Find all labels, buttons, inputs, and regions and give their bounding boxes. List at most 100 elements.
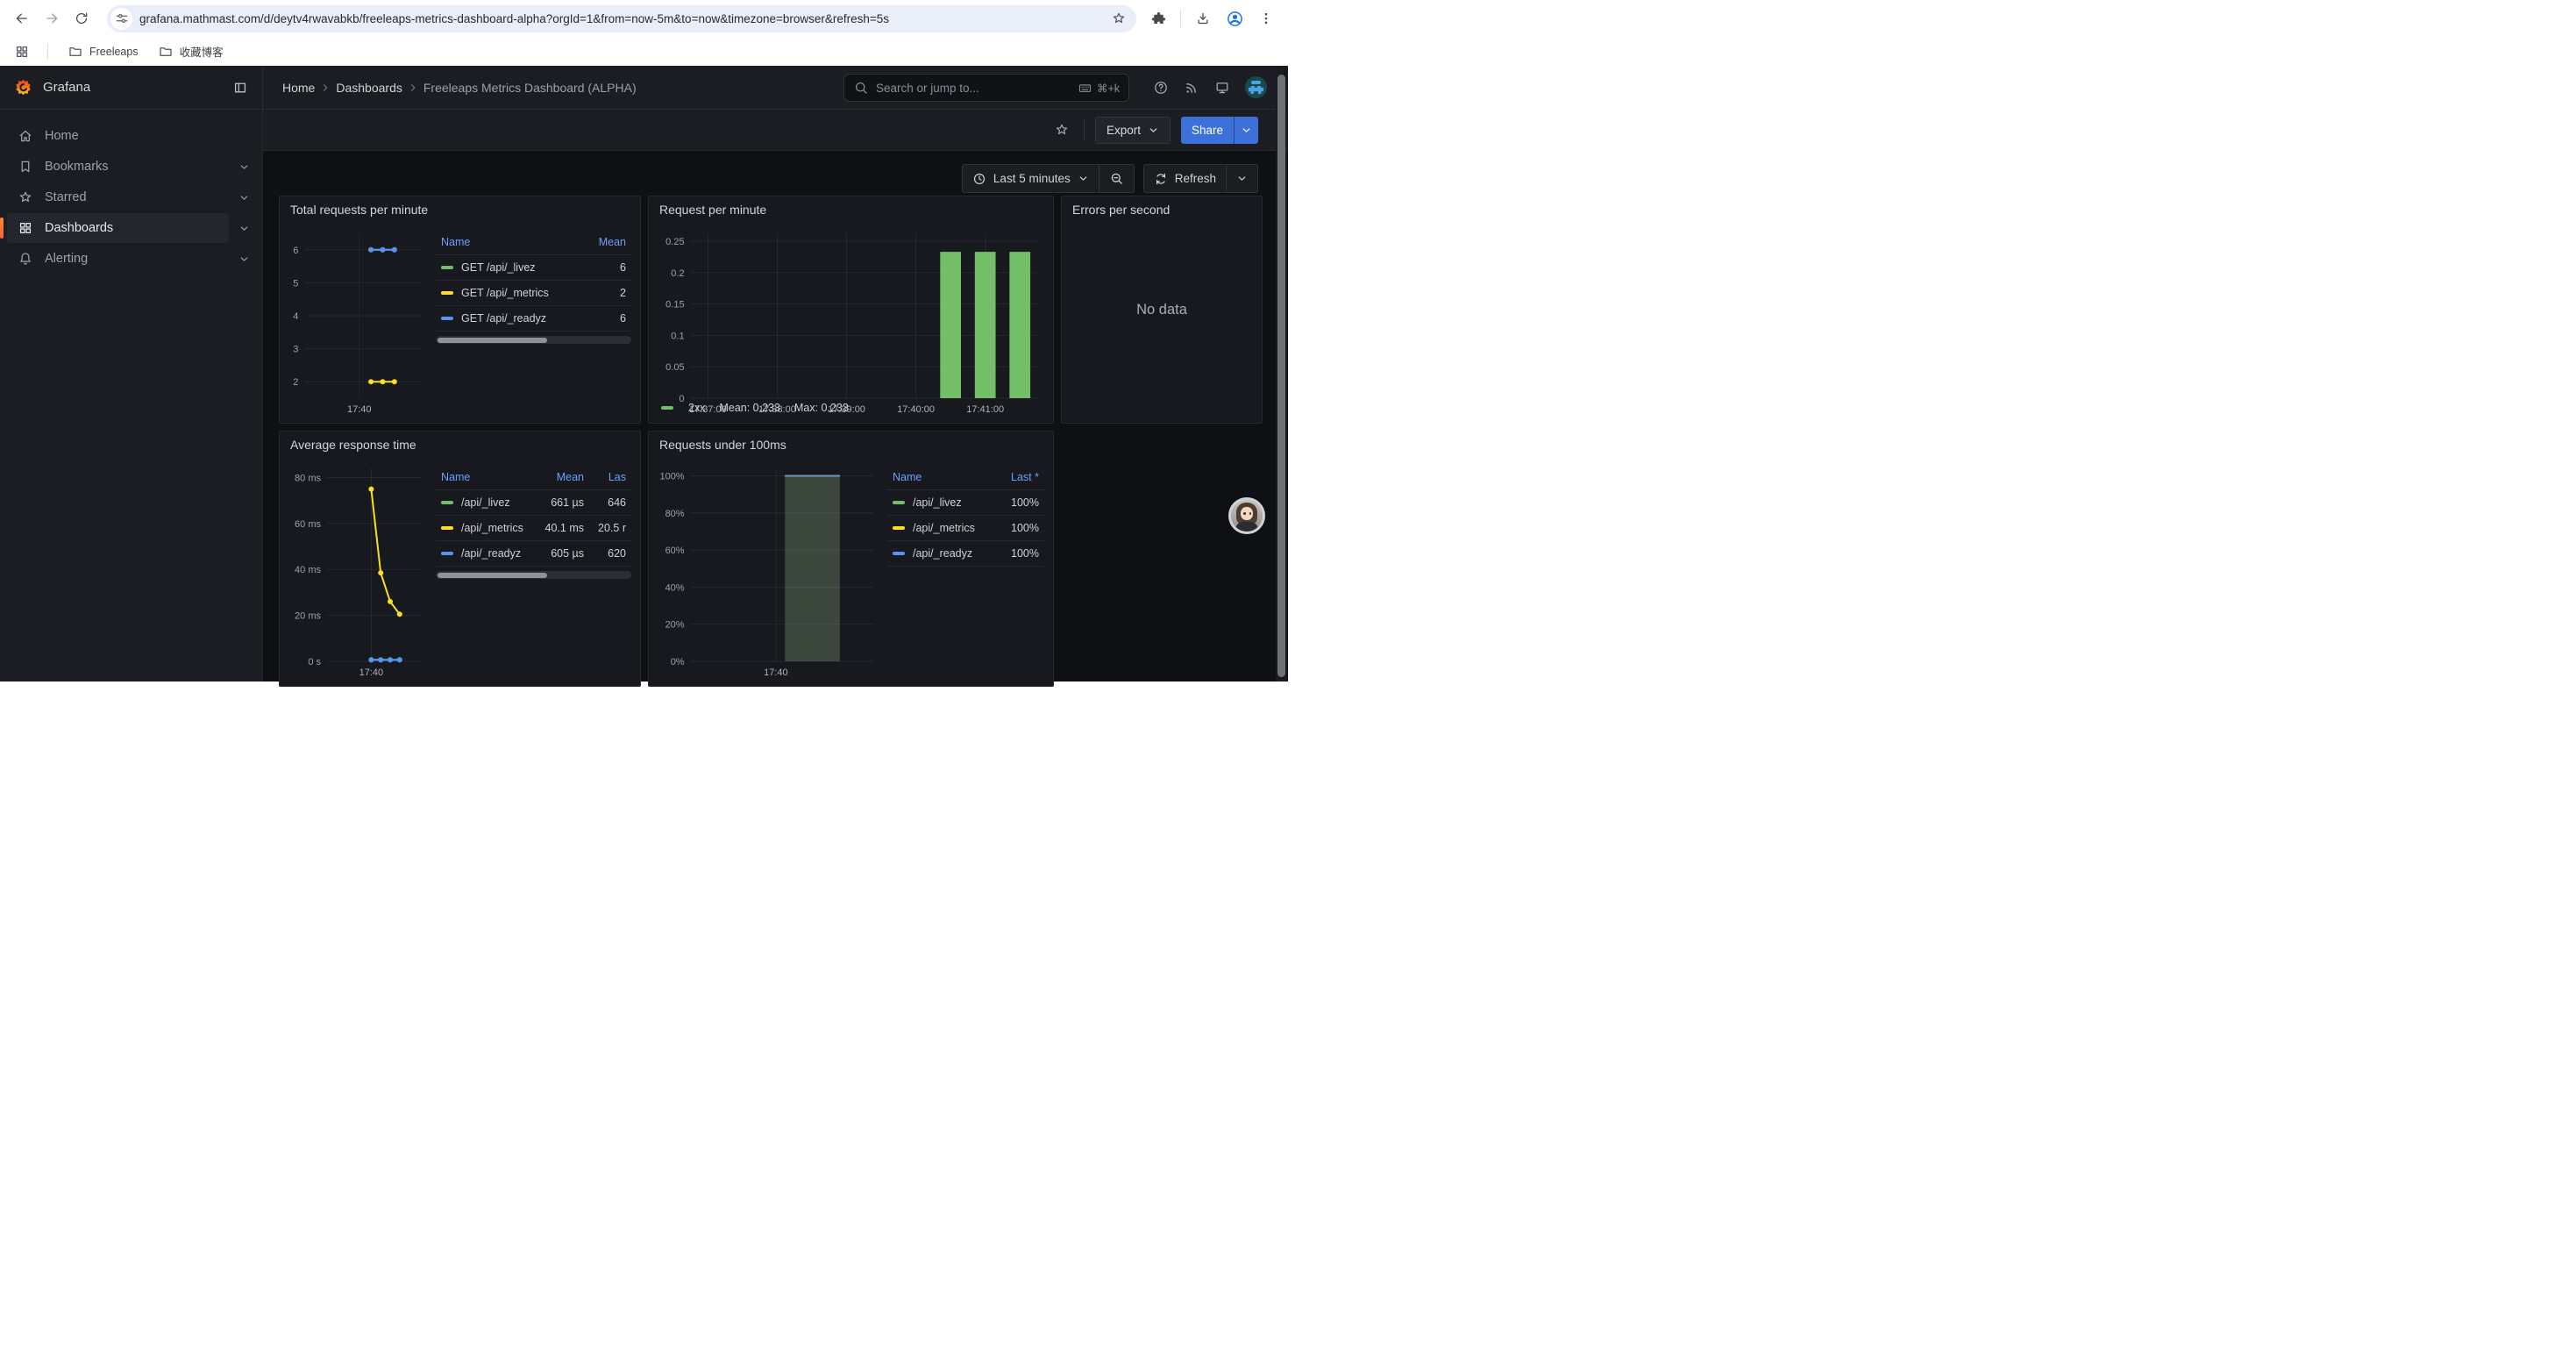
- series-color-chip: [441, 526, 453, 530]
- divider: [1084, 120, 1085, 139]
- sidebar-item-home[interactable]: Home: [7, 121, 259, 151]
- series-value: 100%: [990, 541, 1044, 567]
- sidebar-item-dashboards[interactable]: Dashboards: [7, 213, 229, 243]
- avatar-art: [1251, 81, 1261, 84]
- news-icon[interactable]: [1184, 80, 1199, 96]
- keyboard-icon: [1078, 81, 1092, 96]
- svg-text:0%: 0%: [671, 657, 685, 667]
- series-value: 661 µs: [535, 490, 589, 516]
- browser-forward-button[interactable]: [39, 5, 65, 32]
- legend-column-header[interactable]: Last *: [990, 468, 1044, 490]
- legend-row[interactable]: GET /api/_metrics2: [436, 281, 631, 306]
- apps-button[interactable]: [11, 40, 33, 63]
- app-body: HomeBookmarks Starred DashboardsAlerting E…: [0, 110, 1288, 682]
- breadcrumb-dashboards[interactable]: Dashboards: [336, 81, 402, 95]
- chevron-down-icon[interactable]: [229, 161, 259, 173]
- panel-title[interactable]: Average response time: [280, 432, 640, 458]
- bookmark-folder-blogs[interactable]: 收藏博客: [151, 39, 231, 63]
- grafana-brand-area: Grafana: [0, 66, 263, 109]
- dashboard-canvas: Last 5 minutes Refresh: [263, 151, 1288, 682]
- avatar-art: [1249, 86, 1263, 94]
- series-name: 2xx: [688, 402, 705, 414]
- downloads-button[interactable]: [1190, 5, 1216, 32]
- export-button[interactable]: Export: [1095, 117, 1171, 144]
- legend-horizontal-scrollbar[interactable]: [436, 336, 631, 344]
- legend-table-area: NameMeanLas/api/_livez661 µs646/api/_met…: [429, 460, 631, 679]
- legend-table: NameLast */api/_livez100%/api/_metrics10…: [887, 468, 1044, 567]
- browser-back-button[interactable]: [9, 5, 35, 32]
- panel-title[interactable]: Request per minute: [649, 196, 1053, 223]
- help-icon[interactable]: [1153, 80, 1169, 96]
- star-dashboard-button[interactable]: [1050, 118, 1073, 141]
- share-menu-button[interactable]: [1234, 117, 1258, 144]
- panel-title[interactable]: Requests under 100ms: [649, 432, 1053, 458]
- user-avatar[interactable]: [1245, 76, 1267, 98]
- scrollbar-thumb[interactable]: [1277, 75, 1285, 677]
- svg-text:100%: 100%: [659, 471, 684, 482]
- profile-button[interactable]: [1221, 5, 1248, 32]
- legend-row[interactable]: GET /api/_readyz6: [436, 306, 631, 332]
- series-color-chip: [441, 266, 453, 269]
- extensions-button[interactable]: [1145, 5, 1171, 32]
- legend-row[interactable]: /api/_livez661 µs646: [436, 490, 631, 516]
- refresh-button[interactable]: Refresh: [1144, 165, 1226, 192]
- sidebar-item-alerting[interactable]: Alerting: [7, 244, 229, 274]
- no-data-message: No data: [1062, 196, 1262, 423]
- sidebar-item-label: Starred: [45, 190, 87, 204]
- scrollbar-thumb[interactable]: [438, 338, 547, 343]
- chevron-down-icon: [1241, 125, 1252, 136]
- scrollbar-thumb[interactable]: [438, 573, 547, 578]
- legend-column-header[interactable]: Mean: [577, 233, 631, 255]
- bookmark-folder-freeleaps[interactable]: Freeleaps: [60, 40, 146, 63]
- svg-text:2: 2: [293, 377, 298, 388]
- svg-text:4: 4: [293, 311, 298, 322]
- bookmark-star-icon: [1111, 11, 1127, 26]
- chevron-down-icon[interactable]: [229, 223, 259, 234]
- assistant-avatar-overlay[interactable]: [1228, 497, 1265, 534]
- panel-title[interactable]: Total requests per minute: [280, 196, 640, 223]
- folder-icon: [158, 44, 174, 60]
- share-button[interactable]: Share: [1181, 117, 1234, 144]
- legend-column-header[interactable]: Name: [436, 233, 577, 255]
- home-icon: [18, 128, 33, 144]
- bell-icon: [18, 251, 33, 267]
- browser-menu-button[interactable]: [1253, 5, 1279, 32]
- legend[interactable]: 2xxMean: 0.233Max: 0.233: [661, 402, 849, 414]
- grafana-logo[interactable]: [14, 78, 32, 96]
- legend-horizontal-scrollbar[interactable]: [436, 571, 631, 579]
- svg-text:60 ms: 60 ms: [295, 519, 321, 530]
- zoom-out-button[interactable]: [1099, 165, 1134, 192]
- url-text[interactable]: grafana.mathmast.com/d/deytv4rwavabkb/fr…: [139, 12, 1107, 25]
- legend-row[interactable]: /api/_readyz605 µs620: [436, 541, 631, 567]
- legend-row[interactable]: GET /api/_livez6: [436, 255, 631, 281]
- breadcrumb-home[interactable]: Home: [282, 81, 315, 95]
- sidebar-item-starred[interactable]: Starred: [7, 182, 229, 212]
- timeseries-chart: 00.050.10.150.20.2517:37:0017:38:0017:39…: [658, 225, 1044, 416]
- legend-column-header[interactable]: Name: [436, 468, 535, 490]
- legend-row[interactable]: /api/_metrics40.1 ms20.5 r: [436, 516, 631, 541]
- refresh-interval-button[interactable]: [1226, 165, 1257, 192]
- legend-column-header[interactable]: Mean: [535, 468, 589, 490]
- legend-row[interactable]: /api/_livez100%: [887, 490, 1044, 516]
- legend-column-header[interactable]: Name: [887, 468, 990, 490]
- time-range-picker[interactable]: Last 5 minutes: [963, 165, 1099, 192]
- kiosk-mode-icon[interactable]: [1214, 80, 1230, 96]
- chevron-down-icon[interactable]: [229, 253, 259, 265]
- page-scrollbar[interactable]: [1276, 67, 1287, 682]
- address-bar[interactable]: grafana.mathmast.com/d/deytv4rwavabkb/fr…: [107, 5, 1136, 32]
- svg-text:0.05: 0.05: [665, 362, 684, 373]
- browser-reload-button[interactable]: [68, 5, 95, 32]
- legend-column-header[interactable]: Las: [589, 468, 631, 490]
- search-input[interactable]: Search or jump to... ⌘+k: [843, 74, 1129, 102]
- legend-row[interactable]: /api/_metrics100%: [887, 516, 1044, 541]
- legend-row[interactable]: /api/_readyz100%: [887, 541, 1044, 567]
- site-settings-button[interactable]: [110, 8, 132, 30]
- svg-text:17:40: 17:40: [359, 667, 384, 678]
- breadcrumb-current: Freeleaps Metrics Dashboard (ALPHA): [423, 81, 637, 95]
- chevron-down-icon[interactable]: [229, 192, 259, 203]
- collapse-sidebar-button[interactable]: [232, 80, 248, 96]
- bookmark-page-button[interactable]: [1107, 11, 1131, 26]
- sidebar-item-bookmarks[interactable]: Bookmarks: [7, 152, 229, 182]
- timeseries-chart: 0%20%40%60%80%100%17:40: [658, 460, 880, 679]
- svg-text:20%: 20%: [665, 620, 685, 631]
